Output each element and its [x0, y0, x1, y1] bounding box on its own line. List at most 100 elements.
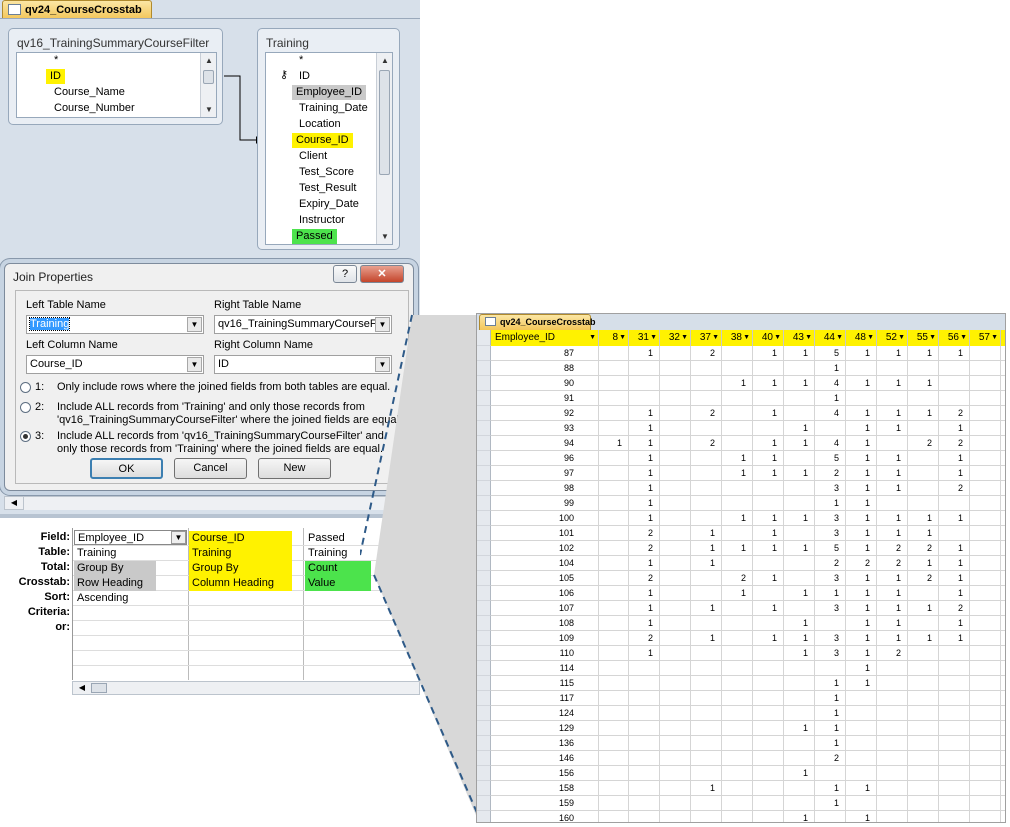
count-cell[interactable]: 1: [939, 541, 970, 556]
grid-table-training[interactable]: Training: [189, 546, 292, 561]
employee-id-cell[interactable]: 146: [491, 751, 599, 766]
count-cell[interactable]: [846, 736, 877, 751]
count-cell[interactable]: [908, 661, 939, 676]
count-cell[interactable]: [970, 436, 1001, 451]
count-cell[interactable]: 1: [722, 451, 753, 466]
count-cell[interactable]: [691, 496, 722, 511]
grid-crosstab-column-heading[interactable]: Column Heading: [189, 576, 292, 591]
table-row[interactable]: 106 1 1 1 1 1 1 1: [491, 586, 1005, 601]
count-cell[interactable]: [970, 811, 1001, 822]
count-cell[interactable]: [877, 691, 908, 706]
count-cell[interactable]: 1: [784, 346, 815, 361]
scroll-thumb[interactable]: [203, 70, 214, 84]
count-cell[interactable]: [660, 646, 691, 661]
count-cell[interactable]: [970, 751, 1001, 766]
employee-id-cell[interactable]: 156: [491, 766, 599, 781]
count-cell[interactable]: [939, 691, 970, 706]
count-cell[interactable]: [722, 601, 753, 616]
count-cell[interactable]: [846, 721, 877, 736]
count-cell[interactable]: 1: [815, 586, 846, 601]
count-cell[interactable]: [660, 601, 691, 616]
count-cell[interactable]: [691, 691, 722, 706]
table-row[interactable]: 97 1 1 1 1 2 1 1 1: [491, 466, 1005, 481]
count-cell[interactable]: 3: [815, 526, 846, 541]
count-cell[interactable]: [599, 526, 629, 541]
count-cell[interactable]: [722, 706, 753, 721]
count-cell[interactable]: 5: [815, 346, 846, 361]
employee-id-cell[interactable]: 110: [491, 646, 599, 661]
count-cell[interactable]: [908, 796, 939, 811]
row-selector[interactable]: [477, 646, 491, 661]
count-cell[interactable]: 1: [939, 616, 970, 631]
count-cell[interactable]: [599, 796, 629, 811]
count-cell[interactable]: [846, 706, 877, 721]
count-cell[interactable]: [722, 781, 753, 796]
count-cell[interactable]: 1: [753, 406, 784, 421]
count-cell[interactable]: [1001, 571, 1005, 586]
count-cell[interactable]: 1: [784, 511, 815, 526]
datasheet-tab[interactable]: qv24_CourseCrosstab: [479, 314, 596, 330]
count-cell[interactable]: 1: [939, 451, 970, 466]
count-cell[interactable]: 1: [815, 781, 846, 796]
count-cell[interactable]: 1: [846, 541, 877, 556]
table-row[interactable]: 100 1 1 1 1 3 1 1 1 1: [491, 511, 1005, 526]
count-cell[interactable]: [877, 496, 908, 511]
table-row[interactable]: 160 1 1: [491, 811, 1005, 822]
count-cell[interactable]: 2: [877, 541, 908, 556]
count-cell[interactable]: [722, 436, 753, 451]
ok-button[interactable]: OK: [90, 458, 163, 479]
count-cell[interactable]: [660, 421, 691, 436]
count-cell[interactable]: [908, 706, 939, 721]
filter-dropdown-icon[interactable]: ▼: [991, 330, 998, 346]
count-cell[interactable]: [1001, 601, 1005, 616]
count-cell[interactable]: [1001, 796, 1005, 811]
count-cell[interactable]: 1: [846, 811, 877, 822]
count-cell[interactable]: [970, 406, 1001, 421]
column-header-course-8[interactable]: 8 ▼: [599, 330, 629, 346]
count-cell[interactable]: [691, 661, 722, 676]
count-cell[interactable]: 1: [908, 376, 939, 391]
count-cell[interactable]: [1001, 541, 1005, 556]
grid-total-group-by[interactable]: Group By: [74, 561, 156, 576]
row-selector[interactable]: [477, 721, 491, 736]
table-row[interactable]: 159 1: [491, 796, 1005, 811]
count-cell[interactable]: [970, 616, 1001, 631]
table-row[interactable]: 136 1: [491, 736, 1005, 751]
count-cell[interactable]: [877, 781, 908, 796]
count-cell[interactable]: 1: [877, 601, 908, 616]
count-cell[interactable]: 1: [846, 376, 877, 391]
count-cell[interactable]: [722, 481, 753, 496]
count-cell[interactable]: 1: [784, 436, 815, 451]
row-selector[interactable]: [477, 361, 491, 376]
count-cell[interactable]: [629, 811, 660, 822]
count-cell[interactable]: [599, 691, 629, 706]
count-cell[interactable]: 2: [722, 571, 753, 586]
filter-dropdown-icon[interactable]: ▼: [867, 330, 874, 346]
join-option-1-radio[interactable]: [20, 382, 31, 393]
filter-dropdown-icon[interactable]: ▼: [805, 330, 812, 346]
count-cell[interactable]: [784, 496, 815, 511]
count-cell[interactable]: 1: [908, 631, 939, 646]
count-cell[interactable]: [784, 751, 815, 766]
count-cell[interactable]: [1001, 631, 1005, 646]
row-selector[interactable]: [477, 436, 491, 451]
count-cell[interactable]: [1001, 511, 1005, 526]
count-cell[interactable]: 1: [629, 406, 660, 421]
count-cell[interactable]: 1: [908, 526, 939, 541]
count-cell[interactable]: 1: [877, 466, 908, 481]
count-cell[interactable]: [691, 466, 722, 481]
count-cell[interactable]: [629, 676, 660, 691]
field-course-number[interactable]: Course_Number: [50, 101, 139, 116]
count-cell[interactable]: [691, 616, 722, 631]
count-cell[interactable]: [939, 736, 970, 751]
count-cell[interactable]: [846, 391, 877, 406]
count-cell[interactable]: [722, 766, 753, 781]
filter-dropdown-icon[interactable]: ▼: [774, 330, 781, 346]
count-cell[interactable]: [846, 796, 877, 811]
row-selector[interactable]: [477, 571, 491, 586]
count-cell[interactable]: 1: [784, 646, 815, 661]
count-cell[interactable]: 1: [691, 601, 722, 616]
count-cell[interactable]: [722, 406, 753, 421]
count-cell[interactable]: [970, 721, 1001, 736]
count-cell[interactable]: [691, 586, 722, 601]
